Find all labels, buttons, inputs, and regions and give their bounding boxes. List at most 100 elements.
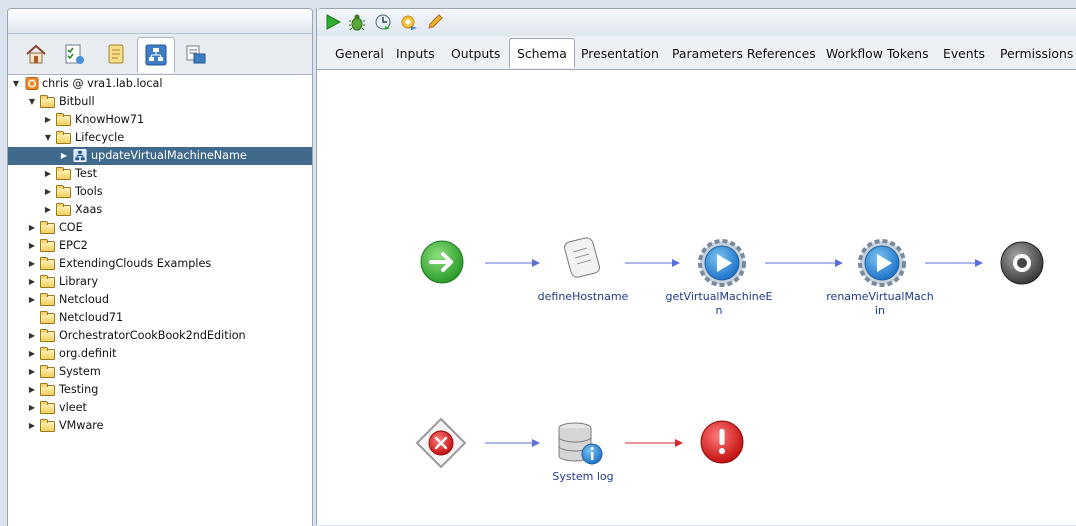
tab-outputs[interactable]: Outputs (451, 42, 501, 66)
node-label-rename-virtual-machine: renameVirtualMachin (826, 290, 934, 317)
end-node[interactable] (1000, 241, 1044, 285)
action-node[interactable] (858, 239, 906, 287)
expand-arrow-icon[interactable]: ▶ (26, 417, 38, 435)
tab-presentation[interactable]: Presentation (581, 42, 659, 66)
expand-arrow-icon[interactable]: ▶ (26, 237, 38, 255)
tree-item-update-virtual-machine-name[interactable]: ▶ updateVirtualMachineName (8, 147, 312, 165)
tree-item-knowhow71[interactable]: ▶ KnowHow71 (8, 111, 312, 129)
folder-icon (56, 113, 71, 126)
tree-item-label: ExtendingClouds Examples (59, 257, 212, 270)
folder-icon (40, 401, 55, 414)
tree-item-label: Netcloud71 (59, 311, 124, 324)
tree-item-bitbull[interactable]: ▼ Bitbull (8, 93, 312, 111)
expand-arrow-icon[interactable]: ▶ (58, 147, 70, 165)
tree-item-tools[interactable]: ▶ Tools (8, 183, 312, 201)
tab-workflow-tokens[interactable]: Workflow Tokens (826, 42, 929, 66)
folder-icon (40, 275, 55, 288)
tree-item-label: Test (75, 167, 98, 180)
folder-icon (40, 419, 55, 432)
run-icon[interactable] (324, 13, 342, 31)
tree-item-label: Library (59, 275, 99, 288)
expand-arrow-icon[interactable]: ▶ (26, 273, 38, 291)
debug-icon[interactable] (348, 13, 366, 31)
tree-item-label: vleet (59, 401, 87, 414)
script-task-node[interactable] (564, 237, 600, 278)
tree-item-library[interactable]: ▶ Library (8, 273, 312, 291)
system-log-node[interactable] (558, 422, 603, 465)
tab-general[interactable]: General (335, 42, 384, 66)
editor-tabs: General Inputs Outputs Schema Presentati… (317, 36, 1076, 70)
collapse-arrow-icon[interactable]: ▼ (42, 129, 54, 147)
expand-arrow-icon[interactable]: ▶ (42, 201, 54, 219)
expand-arrow-icon[interactable]: ▶ (42, 165, 54, 183)
tree-item-system[interactable]: ▶ System (8, 363, 312, 381)
expand-arrow-icon[interactable]: ▶ (26, 381, 38, 399)
editor-toolbar (317, 8, 1076, 37)
tree-item-epc2[interactable]: ▶ EPC2 (8, 237, 312, 255)
edit-pencil-icon[interactable] (426, 13, 444, 31)
folder-icon (40, 347, 55, 360)
expand-arrow-icon[interactable]: ▶ (42, 111, 54, 129)
package-icon (186, 45, 206, 64)
tree-item-label: VMware (59, 419, 104, 432)
tab-schema[interactable]: Schema (509, 38, 575, 68)
tree-item-lifecycle[interactable]: ▼ Lifecycle (8, 129, 312, 147)
folder-icon (56, 131, 71, 144)
folder-icon (40, 329, 55, 342)
workflow-editor: General Inputs Outputs Schema Presentati… (316, 8, 1076, 525)
tree-item-label: System (59, 365, 101, 378)
tree-item-vleet[interactable]: ▶ vleet (8, 399, 312, 417)
collapse-arrow-icon[interactable]: ▼ (26, 93, 38, 111)
start-node[interactable] (420, 240, 464, 284)
folder-icon (40, 95, 55, 108)
node-label-system-log: System log (552, 470, 614, 483)
expand-arrow-icon[interactable]: ▶ (26, 255, 38, 273)
tab-events[interactable]: Events (943, 42, 985, 66)
tree-item-vmware[interactable]: ▶ VMware (8, 417, 312, 435)
action-node[interactable] (698, 239, 746, 287)
node-label-define-hostname: defineHostname (537, 290, 629, 303)
tree-item-coe[interactable]: ▶ COE (8, 219, 312, 237)
scroll-icon (108, 44, 124, 64)
expand-arrow-icon[interactable]: ▶ (42, 183, 54, 201)
tree-item-label: org.definit (59, 347, 117, 360)
schedule-icon[interactable] (374, 13, 392, 31)
folder-icon (40, 365, 55, 378)
tab-inputs[interactable]: Inputs (396, 42, 435, 66)
workflow-tree: ▼ chris @ vra1.lab.local ▼ Bitbull ▶ Kno… (8, 75, 312, 435)
expand-arrow-icon[interactable]: ▶ (26, 291, 38, 309)
expand-arrow-icon[interactable]: ▶ (26, 219, 38, 237)
actions-view-tab[interactable] (98, 38, 134, 70)
tree-root[interactable]: ▼ chris @ vra1.lab.local (8, 75, 312, 93)
policies-view-tab[interactable] (178, 38, 214, 70)
expand-arrow-icon[interactable]: ▶ (26, 327, 38, 345)
expand-arrow-icon[interactable]: ▶ (26, 345, 38, 363)
workflows-view-tab[interactable] (137, 37, 175, 73)
tab-permissions[interactable]: Permissions (1000, 42, 1073, 66)
collapse-arrow-icon[interactable]: ▼ (10, 75, 22, 93)
tree-item-netcloud71[interactable]: Netcloud71 (8, 309, 312, 327)
tree-item-orchestratorcookbook2ndedition[interactable]: ▶ OrchestratorCookBook2ndEdition (8, 327, 312, 345)
tasks-view-tab[interactable] (56, 38, 92, 70)
folder-icon (40, 311, 55, 324)
tree-item-test[interactable]: ▶ Test (8, 165, 312, 183)
tree-item-netcloud[interactable]: ▶ Netcloud (8, 291, 312, 309)
tab-parameters-references[interactable]: Parameters References (672, 42, 816, 66)
tree-item-label: OrchestratorCookBook2ndEdition (59, 329, 246, 342)
workflow-icon (145, 44, 167, 66)
tree-item-extendingclouds-examples[interactable]: ▶ ExtendingClouds Examples (8, 255, 312, 273)
home-view-tab[interactable] (18, 38, 54, 70)
expand-arrow-icon[interactable]: ▶ (26, 399, 38, 417)
tree-item-xaas[interactable]: ▶ Xaas (8, 201, 312, 219)
folder-icon (56, 167, 71, 180)
validate-icon[interactable] (400, 13, 418, 31)
tree-item-org-definit[interactable]: ▶ org.definit (8, 345, 312, 363)
tree-item-testing[interactable]: ▶ Testing (8, 381, 312, 399)
tree-item-label: Bitbull (59, 95, 95, 108)
error-end-node[interactable] (700, 420, 744, 464)
panel-header (8, 9, 312, 34)
tree-item-label: updateVirtualMachineName (91, 149, 247, 162)
tree-item-label: Testing (59, 383, 99, 396)
error-handler-node[interactable] (415, 417, 467, 469)
expand-arrow-icon[interactable]: ▶ (26, 363, 38, 381)
